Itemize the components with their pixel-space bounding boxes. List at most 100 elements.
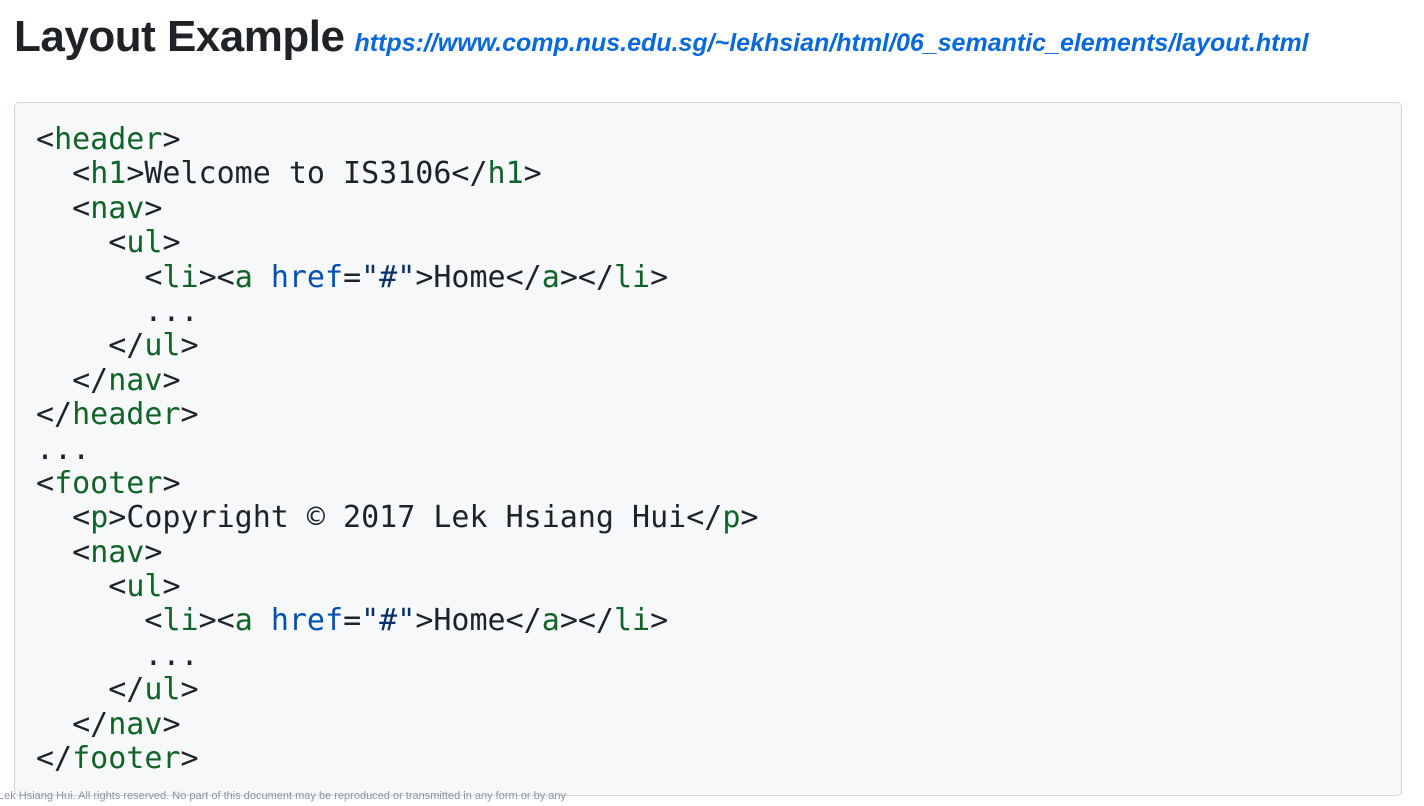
code-token-text: ... — [36, 431, 91, 467]
code-token-punct: < — [36, 156, 91, 192]
code-block: <header> <h1>Welcome to IS3106</h1> <nav… — [14, 102, 1402, 796]
code-line: <ul> — [36, 569, 1401, 605]
code-token-punct — [253, 260, 271, 295]
code-token-text: ... — [36, 637, 199, 673]
code-token-punct: > — [162, 122, 181, 157]
code-token-attr: href — [270, 603, 344, 639]
code-token-tag: nav — [108, 362, 163, 398]
code-token-punct: ></ — [559, 603, 614, 639]
code-token-punct: > — [162, 569, 181, 605]
code-token-tag: ul — [144, 328, 181, 364]
code-token-tag: li — [614, 259, 651, 295]
code-token-punct: < — [36, 603, 163, 639]
code-token-punct: </ — [451, 156, 488, 192]
code-line: <li><a href="#">Home</a></li> — [36, 604, 1401, 638]
code-token-punct: < — [36, 225, 127, 261]
code-line: <nav> — [36, 534, 1401, 570]
code-token-punct: </ — [36, 397, 73, 433]
code-token-punct: > — [415, 603, 434, 639]
code-token-punct: > — [162, 706, 181, 742]
code-token-punct: < — [36, 190, 91, 226]
title-row: Layout Example https://www.comp.nus.edu.… — [14, 12, 1309, 62]
code-token-tag: a — [541, 259, 560, 295]
code-token-tag: nav — [90, 534, 145, 570]
code-token-punct: > — [180, 397, 199, 433]
code-token-tag: footer — [72, 741, 181, 777]
code-token-punct: </ — [686, 500, 723, 536]
code-line: </nav> — [36, 362, 1401, 398]
code-token-punct: < — [36, 259, 163, 295]
code-line: <p>Copyright © 2017 Lek Hsiang Hui</p> — [36, 501, 1401, 535]
code-token-punct — [253, 603, 271, 638]
code-token-punct: </ — [36, 362, 109, 398]
code-token-text: ... — [36, 293, 199, 329]
code-token-tag: a — [541, 603, 560, 639]
code-token-punct: > — [415, 259, 434, 295]
code-token-punct: > — [180, 672, 199, 708]
code-token-punct: < — [36, 534, 91, 570]
code-token-punct: > — [740, 500, 759, 536]
code-line: ... — [36, 431, 1401, 467]
code-token-tag: header — [72, 397, 181, 433]
code-token-punct: </ — [505, 603, 542, 639]
code-line: ... — [36, 637, 1401, 673]
code-token-punct: > — [126, 156, 145, 192]
code-token-punct: </ — [36, 741, 73, 777]
code-token-punct: ></ — [559, 259, 614, 295]
code-token-punct: = — [343, 259, 362, 295]
code-token-tag: li — [614, 603, 651, 639]
code-token-tag: header — [54, 122, 163, 157]
code-line: </nav> — [36, 706, 1401, 742]
code-token-punct: > — [108, 500, 127, 536]
code-token-punct: </ — [36, 706, 109, 742]
code-line: <nav> — [36, 190, 1401, 226]
code-token-punct: > — [144, 190, 163, 226]
code-token-tag: h1 — [487, 156, 524, 192]
code-token-punct: = — [343, 603, 362, 639]
code-token-punct: < — [36, 500, 91, 536]
code-token-tag: h1 — [90, 156, 127, 192]
code-line: <h1>Welcome to IS3106</h1> — [36, 157, 1401, 191]
code-token-punct: >< — [198, 259, 235, 295]
code-token-text: Home — [433, 259, 506, 295]
code-token-text: Copyright © 2017 Lek Hsiang Hui — [126, 500, 687, 536]
code-token-tag: ul — [144, 672, 181, 708]
code-token-tag: p — [90, 500, 109, 536]
page-title: Layout Example — [14, 12, 345, 61]
code-token-punct: > — [162, 362, 181, 398]
code-token-punct: > — [180, 741, 199, 777]
code-line: <li><a href="#">Home</a></li> — [36, 259, 1401, 295]
code-line: </footer> — [36, 741, 1401, 777]
code-token-attr: href — [270, 259, 344, 295]
code-token-punct: > — [144, 534, 163, 570]
code-token-punct: </ — [36, 672, 145, 708]
code-token-punct: > — [162, 225, 181, 261]
code-token-tag: ul — [126, 569, 163, 605]
code-token-str: "#" — [361, 259, 416, 295]
code-token-tag: footer — [54, 465, 163, 501]
code-token-tag: nav — [90, 190, 145, 226]
code-token-punct: > — [162, 465, 181, 501]
source-link[interactable]: https://www.comp.nus.edu.sg/~lekhsian/ht… — [354, 29, 1308, 58]
code-token-tag: a — [234, 603, 253, 639]
code-lines: <header> <h1>Welcome to IS3106</h1> <nav… — [36, 122, 1401, 777]
code-line: <header> — [36, 122, 1401, 157]
code-token-text: Welcome to IS3106 — [144, 156, 452, 192]
code-token-punct: > — [650, 603, 669, 639]
code-token-punct: < — [36, 465, 55, 501]
code-token-tag: a — [234, 259, 253, 295]
code-token-punct: < — [36, 122, 55, 157]
code-token-text: Home — [433, 603, 506, 639]
code-token-tag: li — [162, 259, 199, 295]
code-token-punct: > — [523, 156, 542, 192]
code-token-punct: </ — [505, 259, 542, 295]
code-token-punct: < — [36, 569, 127, 605]
code-token-tag: nav — [108, 706, 163, 742]
code-token-str: "#" — [361, 603, 416, 639]
code-line: <footer> — [36, 465, 1401, 501]
code-token-punct: > — [650, 259, 669, 295]
code-line: </ul> — [36, 673, 1401, 707]
code-token-tag: p — [722, 500, 741, 536]
code-line: </header> — [36, 397, 1401, 433]
code-token-tag: ul — [126, 225, 163, 261]
